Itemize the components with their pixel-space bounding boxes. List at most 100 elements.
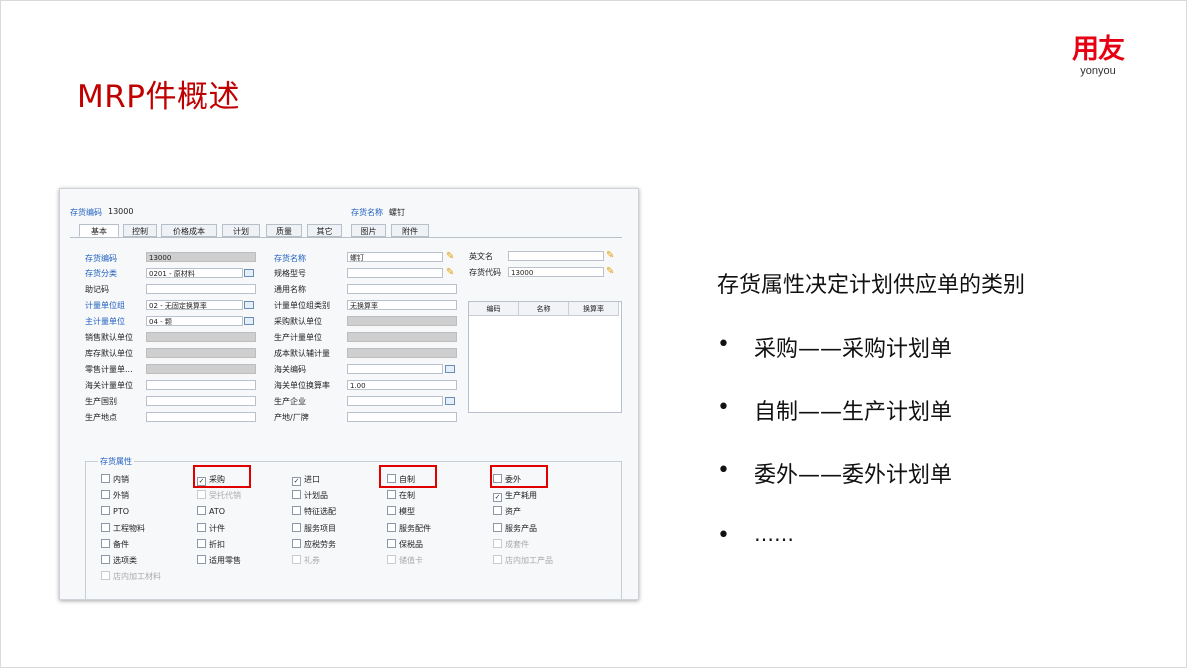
attribute-checkbox[interactable]: 服务项目 (292, 522, 336, 534)
attribute-checkbox-label: 计件 (209, 523, 225, 533)
field-stock-uom[interactable] (146, 348, 256, 358)
main-uom-lookup-icon[interactable] (244, 317, 254, 325)
attribute-checkbox[interactable]: 服务配件 (387, 522, 431, 534)
field-english-name[interactable] (508, 251, 604, 261)
attribute-checkbox[interactable]: 外销 (101, 490, 129, 501)
field-retail-uom[interactable] (146, 364, 256, 374)
attribute-checkbox[interactable]: 保税品 (387, 538, 423, 550)
field-uom-group-type[interactable]: 无换算率 (347, 300, 457, 310)
field-sales-uom[interactable] (146, 332, 256, 342)
field-customs-code[interactable] (347, 364, 443, 374)
field-spec[interactable] (347, 268, 443, 278)
field-mnemonic[interactable] (146, 284, 256, 294)
field-label-english-name: 英文名 (469, 252, 493, 261)
category-lookup-icon[interactable] (244, 269, 254, 277)
checkbox-box (387, 490, 396, 500)
field-uom-group[interactable]: 02 - 无固定换算率 (146, 300, 243, 310)
field-main-uom[interactable]: 04 - 颗 (146, 316, 243, 326)
field-manufacturer[interactable] (347, 396, 443, 406)
logo-english-text: yonyou (1080, 65, 1116, 77)
attribute-checkbox[interactable]: 应税劳务 (292, 538, 336, 550)
attribute-checkbox[interactable]: 模型 (387, 506, 415, 517)
checkbox-box (101, 555, 110, 564)
attribute-checkbox[interactable]: 适用零售 (197, 555, 241, 566)
attribute-checkbox[interactable]: 计件 (197, 522, 225, 534)
field-label-category: 存货分类 (85, 269, 117, 278)
attribute-checkbox[interactable]: 在制 (387, 490, 415, 501)
uom-group-lookup-icon[interactable] (244, 301, 254, 309)
attribute-checkbox-label: 服务产品 (505, 523, 537, 533)
field-category[interactable]: 0201 - 原材料 (146, 268, 243, 278)
field-cost-uom[interactable] (347, 348, 457, 358)
attribute-checkbox: 店内加工产品 (493, 555, 553, 566)
tab-attachment[interactable]: 附件 (391, 224, 429, 237)
uom-conversion-grid[interactable]: 编码 名称 换算率 (468, 301, 622, 413)
edit-pencil-icon[interactable]: ✎ (446, 268, 456, 278)
edit-pencil-icon[interactable]: ✎ (606, 251, 616, 261)
tab-image[interactable]: 图片 (351, 224, 386, 237)
slide-title: MRP件概述 (77, 79, 240, 115)
checkbox-box (101, 506, 110, 516)
attribute-checkbox[interactable]: ✓ 生产耗用 (493, 490, 537, 503)
field-origin-brand[interactable] (347, 412, 457, 422)
bullet-dot: • (717, 395, 730, 420)
bullet-more: …… (754, 522, 794, 546)
attribute-checkbox[interactable]: 内销 (101, 474, 129, 485)
attribute-checkbox[interactable]: 计划品 (292, 490, 328, 501)
attribute-checkbox[interactable]: 资产 (493, 506, 521, 517)
attribute-checkbox[interactable]: 特征选配 (292, 506, 336, 517)
inventory-form-screenshot: 存货编码 13000 存货名称 螺钉 基本 控制 价格成本 计划 质量 其它 图… (59, 188, 639, 600)
checkbox-box (101, 490, 110, 500)
attribute-checkbox[interactable]: 工程物料 (101, 522, 145, 534)
checkbox-box (387, 555, 396, 564)
tab-control[interactable]: 控制 (123, 224, 157, 237)
manufacturer-lookup-icon[interactable] (445, 397, 455, 405)
customs-code-lookup-icon[interactable] (445, 365, 455, 373)
tab-basic[interactable]: 基本 (79, 224, 119, 237)
highlight-purchase (193, 465, 251, 488)
field-label-country: 生产国别 (85, 397, 117, 406)
edit-pencil-icon[interactable]: ✎ (446, 252, 456, 262)
tab-quality[interactable]: 质量 (266, 224, 302, 237)
field-generic-name[interactable] (347, 284, 457, 294)
tab-plan[interactable]: 计划 (222, 224, 260, 237)
field-inventory-code[interactable]: 13000 (508, 267, 604, 277)
attribute-checkbox-label: 店内加工材料 (113, 572, 161, 582)
slide: MRP件概述 用友 yonyou 存货编码 13000 存货名称 螺钉 基本 控… (0, 0, 1187, 668)
field-production-uom[interactable] (347, 332, 457, 342)
grid-header-name: 名称 (519, 302, 569, 316)
attribute-checkbox[interactable]: 服务产品 (493, 522, 537, 534)
highlight-outsource (490, 465, 548, 488)
field-purchase-uom[interactable] (347, 316, 457, 326)
attribute-checkbox-label: 服务项目 (304, 523, 336, 533)
field-country[interactable] (146, 396, 256, 406)
checkbox-box (387, 538, 396, 548)
checkbox-box (387, 506, 396, 516)
attribute-checkbox-label: 礼券 (304, 556, 320, 565)
checkbox-box (493, 522, 502, 532)
attribute-checkbox[interactable]: 选项类 (101, 555, 137, 566)
attribute-checkbox[interactable]: 备件 (101, 538, 129, 550)
attribute-checkbox[interactable]: 折扣 (197, 538, 225, 550)
attribute-checkbox-label: 外销 (113, 491, 129, 501)
field-location[interactable] (146, 412, 256, 422)
attribute-checkbox[interactable]: ATO (197, 506, 225, 516)
attribute-checkbox[interactable]: PTO (101, 506, 129, 516)
field-name[interactable]: 螺钉 (347, 252, 443, 262)
field-customs-uom[interactable] (146, 380, 256, 390)
bullet-purchase: 采购——采购计划单 (754, 337, 953, 362)
attribute-checkbox-label: 成套件 (505, 539, 529, 549)
field-customs-rate[interactable]: 1.00 (347, 380, 457, 390)
header-name-value: 螺钉 (389, 208, 405, 217)
tab-price-cost[interactable]: 价格成本 (161, 224, 217, 237)
right-heading: 存货属性决定计划供应单的类别 (717, 273, 1026, 298)
field-code[interactable]: 13000 (146, 252, 256, 262)
field-label-production-uom: 生产计量单位 (274, 333, 322, 342)
bullet-dot: • (717, 458, 730, 483)
attribute-checkbox-label: 生产耗用 (505, 491, 537, 501)
attribute-checkbox[interactable]: ✓ 进口 (292, 474, 320, 486)
tab-other[interactable]: 其它 (307, 224, 342, 237)
edit-pencil-icon[interactable]: ✎ (606, 267, 616, 277)
grid-header-code: 编码 (469, 302, 519, 316)
checkbox-box (197, 506, 206, 516)
